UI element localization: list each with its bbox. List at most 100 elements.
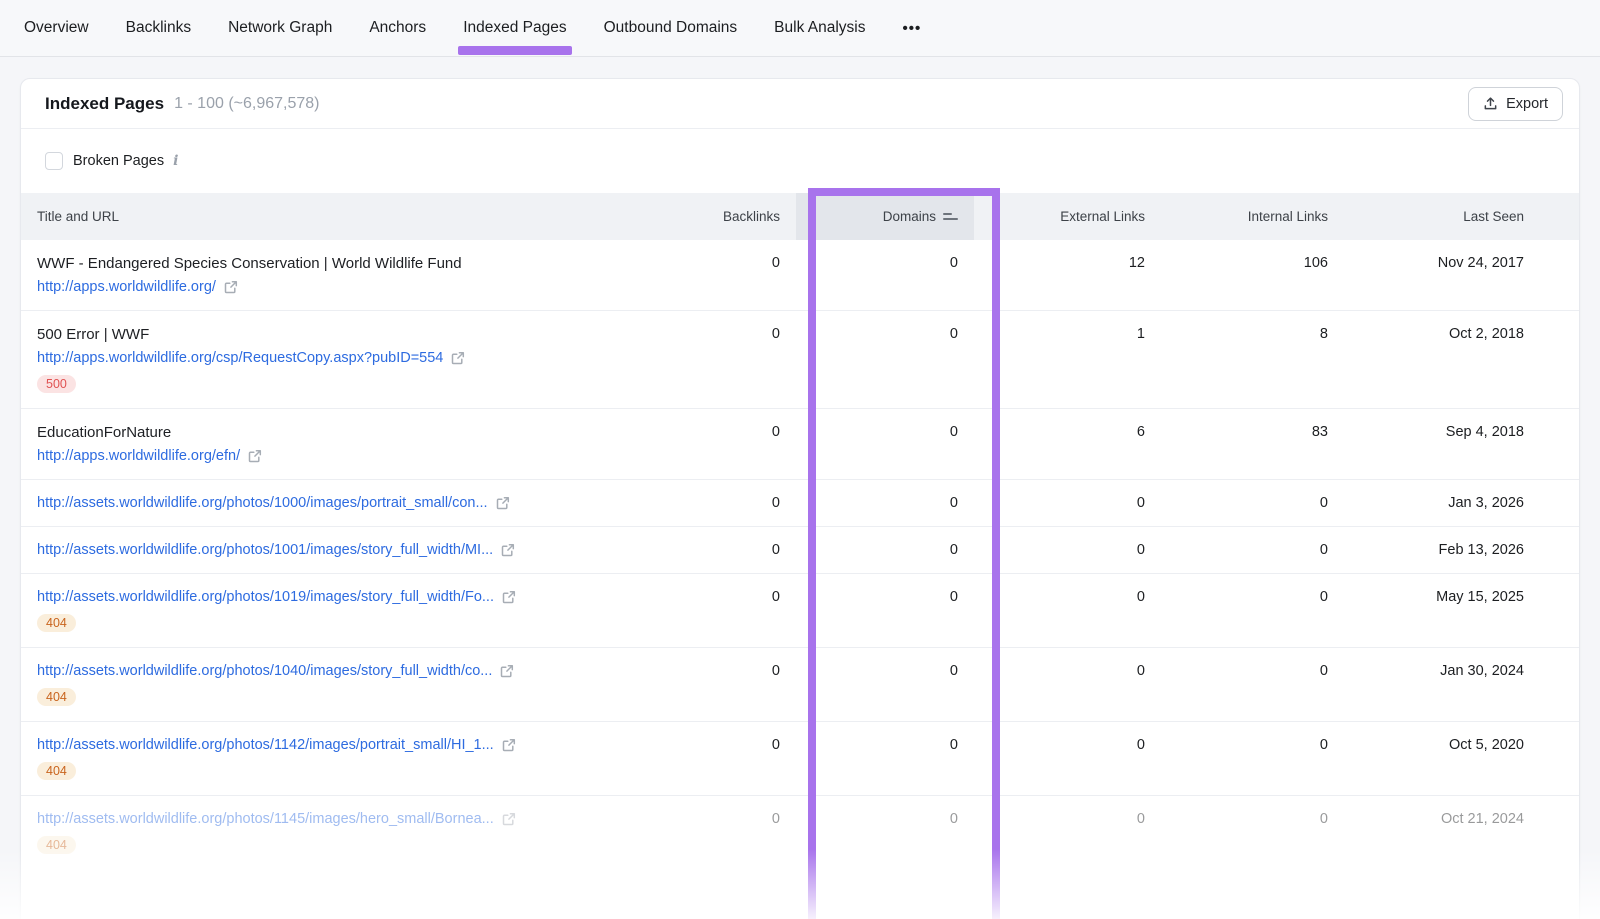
external-link-icon[interactable] [451,351,465,365]
column-header-internal-links[interactable]: Internal Links [1161,193,1344,240]
panel-title: Indexed Pages [45,94,164,114]
export-label: Export [1506,96,1548,112]
page-title: WWF - Endangered Species Conservation | … [37,255,660,272]
page-url-link[interactable]: http://assets.worldwildlife.org/photos/1… [37,811,494,827]
table-row: http://assets.worldwildlife.org/photos/1… [21,796,1579,870]
internal-links-value: 0 [1161,796,1344,870]
last-seen-value: Oct 5, 2020 [1344,722,1579,796]
page-url-link[interactable]: http://assets.worldwildlife.org/photos/1… [37,663,492,679]
external-link-icon[interactable] [248,449,262,463]
page-url-link[interactable]: http://assets.worldwildlife.org/photos/1… [37,495,488,511]
external-links-value: 6 [974,409,1161,480]
status-code-badge: 500 [37,375,76,393]
domains-value: 0 [796,240,974,311]
sort-descending-icon [943,213,958,220]
external-links-value: 0 [974,796,1161,870]
table-row: 500 Error | WWF http://apps.worldwildlif… [21,311,1579,409]
backlinks-value: 0 [676,240,796,311]
page-url-link[interactable]: http://apps.worldwildlife.org/csp/Reques… [37,350,443,366]
nav-tab-indexed-pages[interactable]: Indexed Pages [463,0,566,56]
nav-tab-bulk-analysis[interactable]: Bulk Analysis [774,0,865,56]
external-link-icon[interactable] [500,664,514,678]
domains-value: 0 [796,409,974,480]
backlinks-value: 0 [676,574,796,648]
table-row: http://assets.worldwildlife.org/photos/1… [21,527,1579,574]
page-url-link[interactable]: http://apps.worldwildlife.org/ [37,279,216,295]
internal-links-value: 0 [1161,722,1344,796]
table-row: http://assets.worldwildlife.org/photos/1… [21,480,1579,527]
table-row: EducationForNature http://apps.worldwild… [21,409,1579,480]
backlinks-value: 0 [676,527,796,574]
column-header-domains[interactable]: Domains [796,193,974,240]
last-seen-value: Oct 2, 2018 [1344,311,1579,409]
backlinks-value: 0 [676,722,796,796]
external-link-icon[interactable] [224,280,238,294]
table-row: WWF - Endangered Species Conservation | … [21,240,1579,311]
last-seen-value: Feb 13, 2026 [1344,527,1579,574]
column-header-external-links[interactable]: External Links [974,193,1161,240]
status-code-badge: 404 [37,762,76,780]
external-links-value: 0 [974,527,1161,574]
column-header-last-seen[interactable]: Last Seen [1344,193,1579,240]
page-url-link[interactable]: http://assets.worldwildlife.org/photos/1… [37,737,494,753]
external-link-icon[interactable] [502,590,516,604]
external-links-value: 1 [974,311,1161,409]
external-link-icon[interactable] [496,496,510,510]
nav-tab-overview[interactable]: Overview [24,0,89,56]
page-url-link[interactable]: http://assets.worldwildlife.org/photos/1… [37,589,494,605]
page-url-link[interactable]: http://apps.worldwildlife.org/efn/ [37,448,240,464]
external-links-value: 0 [974,480,1161,527]
page-url-link[interactable]: http://assets.worldwildlife.org/photos/1… [37,542,493,558]
internal-links-value: 0 [1161,527,1344,574]
external-links-value: 0 [974,722,1161,796]
status-code-badge: 404 [37,836,76,854]
export-button[interactable]: Export [1468,87,1563,121]
internal-links-value: 0 [1161,648,1344,722]
indexed-pages-table: Title and URL Backlinks Domains External… [21,193,1579,869]
last-seen-value: Sep 4, 2018 [1344,409,1579,480]
indexed-pages-panel: Indexed Pages 1 - 100 (~6,967,578) Expor… [20,78,1580,919]
nav-tab-network-graph[interactable]: Network Graph [228,0,332,56]
external-link-icon[interactable] [502,738,516,752]
table-row: http://assets.worldwildlife.org/photos/1… [21,722,1579,796]
backlinks-value: 0 [676,796,796,870]
internal-links-value: 106 [1161,240,1344,311]
backlinks-value: 0 [676,311,796,409]
domains-value: 0 [796,480,974,527]
table-row: http://assets.worldwildlife.org/photos/1… [21,648,1579,722]
nav-tab-anchors[interactable]: Anchors [369,0,426,56]
domains-header-label: Domains [883,209,936,224]
domains-value: 0 [796,648,974,722]
internal-links-value: 8 [1161,311,1344,409]
last-seen-value: May 15, 2025 [1344,574,1579,648]
last-seen-value: Jan 3, 2026 [1344,480,1579,527]
more-tabs-button[interactable]: ••• [903,0,922,56]
domains-value: 0 [796,796,974,870]
external-links-value: 12 [974,240,1161,311]
external-link-icon[interactable] [501,543,515,557]
internal-links-value: 0 [1161,480,1344,527]
domains-value: 0 [796,574,974,648]
backlinks-value: 0 [676,480,796,527]
external-link-icon[interactable] [502,812,516,826]
filter-row: Broken Pages i [21,129,1579,193]
domains-value: 0 [796,311,974,409]
panel-header: Indexed Pages 1 - 100 (~6,967,578) Expor… [21,79,1579,129]
export-upload-icon [1483,96,1498,111]
column-header-backlinks[interactable]: Backlinks [676,193,796,240]
status-code-badge: 404 [37,688,76,706]
domains-value: 0 [796,722,974,796]
column-header-title-url[interactable]: Title and URL [21,193,676,240]
nav-tab-backlinks[interactable]: Backlinks [126,0,191,56]
broken-pages-label: Broken Pages [73,153,164,169]
last-seen-value: Oct 21, 2024 [1344,796,1579,870]
table-header-row: Title and URL Backlinks Domains External… [21,193,1579,240]
report-tabs-bar: Overview Backlinks Network Graph Anchors… [0,0,1600,57]
broken-pages-checkbox[interactable] [45,152,63,170]
internal-links-value: 83 [1161,409,1344,480]
status-code-badge: 404 [37,614,76,632]
info-icon[interactable]: i [173,153,178,169]
page-title: EducationForNature [37,424,660,441]
table-row: http://assets.worldwildlife.org/photos/1… [21,574,1579,648]
nav-tab-outbound-domains[interactable]: Outbound Domains [604,0,738,56]
